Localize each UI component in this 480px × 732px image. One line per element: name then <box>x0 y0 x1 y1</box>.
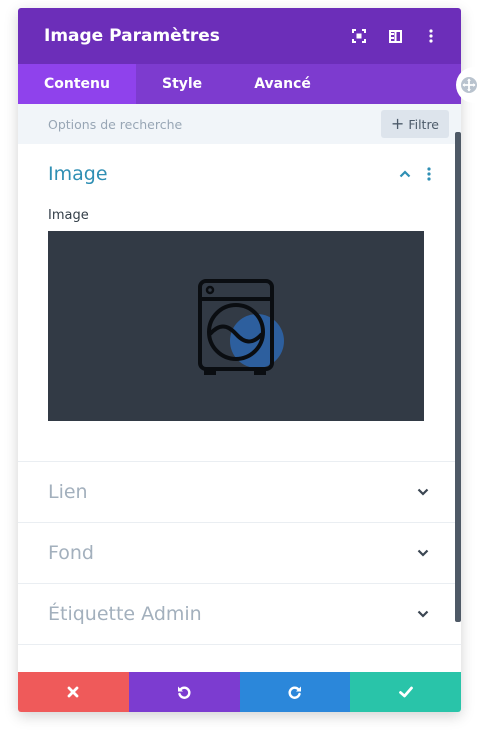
modal-title: Image Paramètres <box>44 26 220 46</box>
redo-button[interactable] <box>239 672 351 712</box>
modal-header: Image Paramètres <box>18 8 461 64</box>
section-label: Fond <box>48 542 94 564</box>
undo-icon <box>178 686 191 699</box>
chevron-down-icon <box>417 610 429 618</box>
split-view-icon[interactable] <box>383 24 407 48</box>
section-lien[interactable]: Lien <box>18 461 461 522</box>
section-etiquette-admin[interactable]: Étiquette Admin <box>18 583 461 644</box>
search-bar: Options de recherche + Filtre <box>18 104 461 144</box>
section-fond[interactable]: Fond <box>18 522 461 583</box>
modal-footer <box>18 672 461 712</box>
washing-machine-icon <box>198 279 284 375</box>
section-title: Image <box>48 163 108 185</box>
expand-icon[interactable] <box>347 24 371 48</box>
section-more-icon[interactable] <box>427 167 431 181</box>
cancel-button[interactable] <box>18 672 129 712</box>
chevron-up-icon[interactable] <box>399 170 411 178</box>
tab-bar: Contenu Style Avancé <box>18 64 461 104</box>
save-button[interactable] <box>350 672 461 712</box>
image-upload-preview[interactable] <box>48 231 424 421</box>
image-field-label: Image <box>48 208 89 223</box>
section-label: Étiquette Admin <box>48 603 202 625</box>
section-divider <box>18 644 461 672</box>
redo-icon <box>288 686 301 699</box>
tab-contenu[interactable]: Contenu <box>18 64 136 104</box>
section-image-header[interactable]: Image <box>18 144 461 204</box>
filter-button[interactable]: + Filtre <box>380 110 449 138</box>
move-icon <box>461 77 477 93</box>
tab-style[interactable]: Style <box>136 64 228 104</box>
plus-icon: + <box>390 114 405 133</box>
search-input[interactable]: Options de recherche <box>48 117 182 132</box>
chevron-down-icon <box>417 549 429 557</box>
chevron-down-icon <box>417 488 429 496</box>
check-icon <box>398 686 413 698</box>
filter-label: Filtre <box>408 116 439 132</box>
tab-avance[interactable]: Avancé <box>228 64 337 104</box>
section-label: Lien <box>48 481 88 503</box>
undo-button[interactable] <box>128 672 240 712</box>
more-vertical-icon[interactable] <box>419 24 443 48</box>
close-icon <box>67 686 79 698</box>
scrollbar[interactable] <box>455 132 461 622</box>
settings-modal: Image Paramètres Contenu Style Avancé Op… <box>18 8 461 712</box>
settings-content: Image Image Lien Fond Étiquette Admin <box>18 144 461 672</box>
